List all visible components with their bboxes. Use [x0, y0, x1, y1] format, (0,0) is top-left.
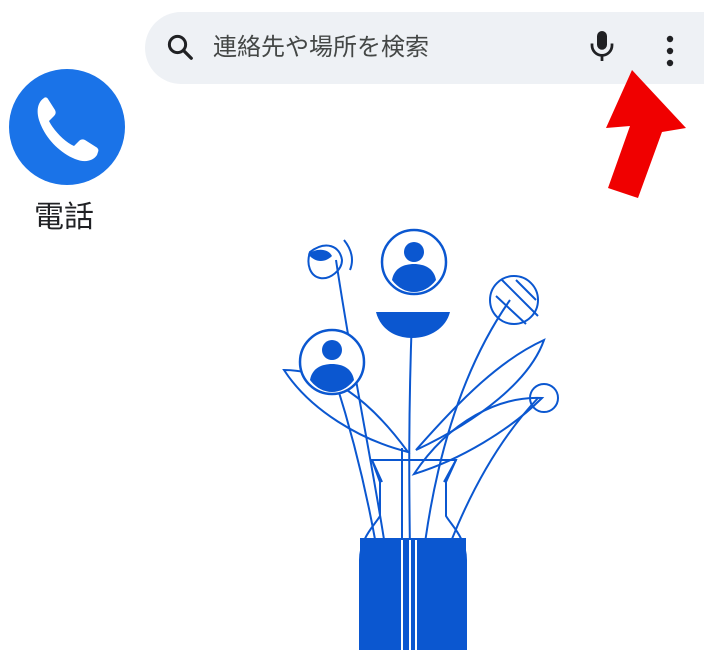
- app-label: 電話: [34, 200, 94, 235]
- search-icon: [167, 34, 193, 60]
- search-input-placeholder[interactable]: 連絡先や場所を検索: [213, 30, 429, 64]
- microphone-icon[interactable]: [587, 28, 617, 64]
- more-vert-icon[interactable]: [659, 34, 681, 68]
- phone-app-icon[interactable]: [8, 68, 126, 186]
- screen: 連絡先や場所を検索 電話: [0, 0, 704, 650]
- red-arrow-annotation: [606, 70, 686, 198]
- flowers-in-vase-illustration: [282, 228, 559, 650]
